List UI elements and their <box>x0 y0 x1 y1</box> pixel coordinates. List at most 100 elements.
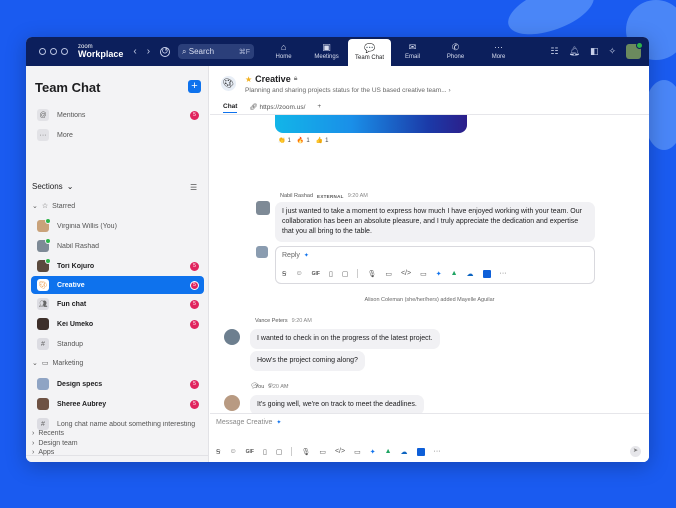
tab-email[interactable]: ✉ Email <box>391 37 434 66</box>
section-design-team[interactable]: › Design team <box>32 440 78 447</box>
forward-arrow-icon[interactable]: › <box>147 46 150 57</box>
tab-team-chat[interactable]: 💬 Team Chat <box>348 39 392 66</box>
message-author[interactable]: Nabil Rashad <box>280 193 313 199</box>
message-meta: Nabil Rashad EXTERNAL 9:20 AM <box>280 193 368 199</box>
section-marketing[interactable]: ⌄ ▭ Marketing <box>32 359 83 368</box>
user-avatar[interactable] <box>626 42 643 59</box>
tab-home[interactable]: ⌂ Home <box>262 37 305 66</box>
google-drive-icon[interactable]: ▲ <box>385 448 392 455</box>
tab-more[interactable]: ··· More <box>477 37 520 66</box>
message-image[interactable] <box>275 115 467 133</box>
channel-title[interactable]: ★ Creative 🔒︎ <box>245 74 297 84</box>
sidebar-item-fun-chat[interactable]: 👥︎ Fun chat 5 <box>31 295 204 313</box>
message-time: 9:20 AM <box>291 318 312 324</box>
screenshot-icon[interactable]: ▭ <box>420 270 427 278</box>
close-window-button[interactable] <box>39 48 46 55</box>
format-icon[interactable]: Ꞩ <box>282 270 286 278</box>
tab-label: Team Chat <box>355 55 385 61</box>
sidebar-item-label: Recents <box>38 430 65 437</box>
sidebar-item-label: More <box>57 131 73 139</box>
back-arrow-icon[interactable]: ‹ <box>133 46 136 57</box>
tab-meetings[interactable]: ▣ Meetings <box>305 37 348 66</box>
emoji-icon[interactable]: ☺ <box>295 270 302 277</box>
sections-header[interactable]: Sections ⌄ <box>32 182 73 191</box>
reaction-clap[interactable]: 👏 1 <box>278 137 291 145</box>
comment-icon[interactable]: 💬︎ <box>250 382 259 390</box>
code-icon[interactable]: </> <box>335 448 345 455</box>
microphone-icon[interactable]: 🎙︎ <box>301 448 310 456</box>
reaction-thumbs-up[interactable]: 👍 1 <box>316 137 329 145</box>
ai-sparkle-icon[interactable]: ✦ <box>370 448 376 456</box>
emoji-icon[interactable]: ☺ <box>229 448 236 455</box>
sidebar-item-tori-kojuro[interactable]: Tori Kojuro 5 <box>31 257 204 275</box>
onedrive-icon[interactable]: ☁ <box>401 448 408 456</box>
search-input[interactable]: ⌕ Search ⌘F <box>178 44 255 59</box>
more-icon[interactable]: ··· <box>282 382 289 390</box>
send-button[interactable]: ➤ <box>630 446 641 457</box>
unread-badge: 5 <box>190 261 199 271</box>
sidebar-item-label: Virginia Willis (You) <box>57 222 117 230</box>
tab-link[interactable]: 🔗︎ https://zoom.us/ <box>249 103 305 113</box>
onedrive-icon[interactable]: ☁ <box>467 270 474 278</box>
search-shortcut: ⌘F <box>238 48 251 56</box>
avatar[interactable] <box>224 329 240 345</box>
snippet-icon[interactable]: ▢ <box>342 270 349 278</box>
video-message-icon[interactable]: ▭ <box>385 270 392 278</box>
ai-sparkle-icon[interactable]: ✦ <box>436 270 442 278</box>
ai-sparkle-icon[interactable]: ✦ <box>304 252 309 259</box>
channel-name: Creative <box>255 74 291 84</box>
message-author[interactable]: Vance Peters <box>255 318 288 324</box>
avatar[interactable] <box>224 395 240 411</box>
sidebar-item-apps[interactable]: › Apps <box>32 449 54 456</box>
sidebar-item-mentions[interactable]: @ Mentions 5 <box>31 106 204 124</box>
more-icon[interactable]: ··· <box>434 448 441 455</box>
search-icon: ⌕ <box>182 46 189 56</box>
sidebar-item-creative[interactable]: 🎨︎ Creative 5 <box>31 276 204 294</box>
channel-description[interactable]: Planning and sharing projects status for… <box>245 87 451 94</box>
gif-icon[interactable]: GIF <box>312 271 320 277</box>
bell-icon[interactable]: 🔔︎ <box>569 46 580 57</box>
contacts-icon[interactable]: ☷ <box>550 46 558 57</box>
sidebar-item-recents[interactable]: › Recents <box>32 430 64 437</box>
file-icon[interactable]: ▯ <box>263 448 267 456</box>
reply-input[interactable]: Reply ✦ Ꞩ ☺ GIF ▯ ▢ 🎙︎ ▭ </> ▭ ✦ ▲ ☁ ··· <box>275 246 595 284</box>
add-reaction-icon[interactable]: ☺ <box>267 382 274 390</box>
filter-icon[interactable]: ☰ <box>190 183 197 192</box>
tab-chat[interactable]: Chat <box>223 103 238 113</box>
unread-badge: 5 <box>190 280 199 290</box>
google-drive-icon[interactable]: ▲ <box>451 270 458 277</box>
sidebar-item-more[interactable]: ··· More <box>31 126 204 144</box>
more-icon[interactable]: ··· <box>500 270 507 277</box>
code-icon[interactable]: </> <box>401 270 411 277</box>
star-icon[interactable]: ★ <box>245 75 252 84</box>
divider <box>291 447 293 456</box>
history-icon[interactable]: ↺ <box>160 46 171 57</box>
sidebar-item-nabil-rashad[interactable]: Nabil Rashad <box>31 237 204 255</box>
sidebar-item-standup[interactable]: # Standup <box>31 335 204 353</box>
reaction-fire[interactable]: 🔥 1 <box>297 137 310 145</box>
sidebar-item-virginia-willis[interactable]: Virginia Willis (You) <box>31 217 204 235</box>
message-input[interactable]: Message Creative ✦ <box>216 419 281 426</box>
add-tab-button[interactable]: + <box>317 103 321 112</box>
video-message-icon[interactable]: ▭ <box>319 448 326 456</box>
box-icon[interactable] <box>482 269 491 278</box>
section-starred[interactable]: ⌄ ☆ Starred <box>32 202 75 211</box>
box-icon[interactable] <box>416 447 425 456</box>
format-icon[interactable]: Ꞩ <box>216 448 220 456</box>
minimize-window-button[interactable] <box>50 48 57 55</box>
ai-sparkle-icon[interactable]: ✧ <box>608 46 616 57</box>
sidebar-item-sheree-aubrey[interactable]: Sheree Aubrey 5 <box>31 395 204 413</box>
new-chat-button[interactable]: + <box>188 80 201 93</box>
snippet-icon[interactable]: ▢ <box>276 448 283 456</box>
sidebar-item-kei-umeko[interactable]: Kei Umeko 5 <box>31 315 204 333</box>
maximize-window-button[interactable] <box>61 48 68 55</box>
microphone-icon[interactable]: 🎙︎ <box>367 270 376 278</box>
sidebar-item-design-specs[interactable]: Design specs 5 <box>31 375 204 393</box>
gif-icon[interactable]: GIF <box>246 449 254 455</box>
avatar[interactable] <box>256 201 270 215</box>
panel-icon[interactable]: ◧ <box>590 46 599 57</box>
tab-phone[interactable]: ✆ Phone <box>434 37 477 66</box>
screenshot-icon[interactable]: ▭ <box>354 448 361 456</box>
file-icon[interactable]: ▯ <box>329 270 333 278</box>
ai-sparkle-icon[interactable]: ✦ <box>276 419 281 426</box>
